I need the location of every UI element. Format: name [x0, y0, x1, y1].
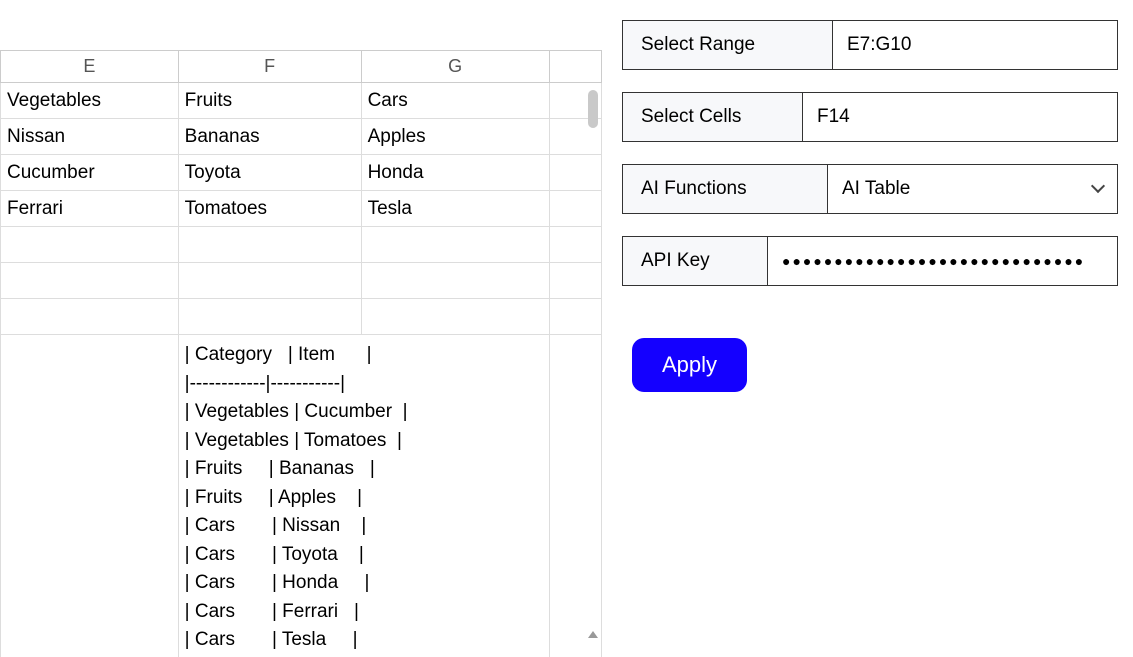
select-cells-input[interactable]: F14 — [803, 93, 1117, 141]
cell[interactable] — [1, 263, 179, 299]
cell[interactable] — [178, 299, 361, 335]
cell[interactable] — [361, 299, 549, 335]
sidebar-panel: Select Range E7:G10 Select Cells F14 AI … — [602, 0, 1133, 646]
apply-button[interactable]: Apply — [632, 338, 747, 392]
cell[interactable] — [549, 335, 601, 657]
column-header-g[interactable]: G — [361, 51, 549, 83]
cell[interactable]: Cars — [361, 83, 549, 119]
select-range-row: Select Range E7:G10 — [622, 20, 1118, 70]
cell[interactable] — [549, 155, 601, 191]
cell[interactable]: Bananas — [178, 119, 361, 155]
api-key-label: API Key — [623, 237, 768, 285]
ai-functions-label: AI Functions — [623, 165, 828, 213]
select-cells-label: Select Cells — [623, 93, 803, 141]
scroll-arrow-up-icon[interactable] — [588, 631, 598, 638]
cell[interactable]: Toyota — [178, 155, 361, 191]
table-row — [1, 263, 602, 299]
table-row — [1, 227, 602, 263]
cell[interactable] — [549, 191, 601, 227]
cell[interactable] — [178, 263, 361, 299]
table-row: Nissan Bananas Apples — [1, 119, 602, 155]
scrollbar-thumb[interactable] — [588, 90, 598, 128]
cell[interactable]: Vegetables — [1, 83, 179, 119]
select-cells-row: Select Cells F14 — [622, 92, 1118, 142]
cell[interactable]: Apples — [361, 119, 549, 155]
select-range-input[interactable]: E7:G10 — [833, 21, 1117, 69]
cell[interactable] — [1, 227, 179, 263]
column-header-blank[interactable] — [549, 51, 601, 83]
cell[interactable] — [1, 335, 179, 657]
table-row: Ferrari Tomatoes Tesla — [1, 191, 602, 227]
column-header-f[interactable]: F — [178, 51, 361, 83]
cell[interactable] — [361, 227, 549, 263]
cell[interactable]: Fruits — [178, 83, 361, 119]
spreadsheet-panel: E F G Vegetables Fruits Cars Nissan Bana… — [0, 0, 602, 646]
cell[interactable] — [549, 299, 601, 335]
cell[interactable] — [361, 263, 549, 299]
cell[interactable]: Tesla — [361, 191, 549, 227]
cell[interactable]: Ferrari — [1, 191, 179, 227]
ai-functions-row: AI Functions AI Table — [622, 164, 1118, 214]
cell[interactable]: Nissan — [1, 119, 179, 155]
select-range-label: Select Range — [623, 21, 833, 69]
cell[interactable]: Cucumber — [1, 155, 179, 191]
api-key-input[interactable]: ●●●●●●●●●●●●●●●●●●●●●●●●●●●●● — [768, 237, 1117, 285]
column-header-e[interactable]: E — [1, 51, 179, 83]
cell[interactable] — [178, 227, 361, 263]
table-row: Cucumber Toyota Honda — [1, 155, 602, 191]
table-row: | Category | Item | |------------|------… — [1, 335, 602, 657]
table-row — [1, 299, 602, 335]
ai-functions-select[interactable]: AI Table — [828, 165, 1117, 213]
cell[interactable] — [1, 299, 179, 335]
cell[interactable] — [549, 263, 601, 299]
cell[interactable]: Tomatoes — [178, 191, 361, 227]
table-row: Vegetables Fruits Cars — [1, 83, 602, 119]
ai-functions-value: AI Table — [842, 178, 910, 200]
chevron-down-icon — [1093, 185, 1105, 193]
api-key-row: API Key ●●●●●●●●●●●●●●●●●●●●●●●●●●●●● — [622, 236, 1118, 286]
cell[interactable] — [549, 227, 601, 263]
cell[interactable]: Honda — [361, 155, 549, 191]
spreadsheet-grid[interactable]: E F G Vegetables Fruits Cars Nissan Bana… — [0, 50, 602, 657]
result-cell[interactable]: | Category | Item | |------------|------… — [178, 335, 549, 657]
